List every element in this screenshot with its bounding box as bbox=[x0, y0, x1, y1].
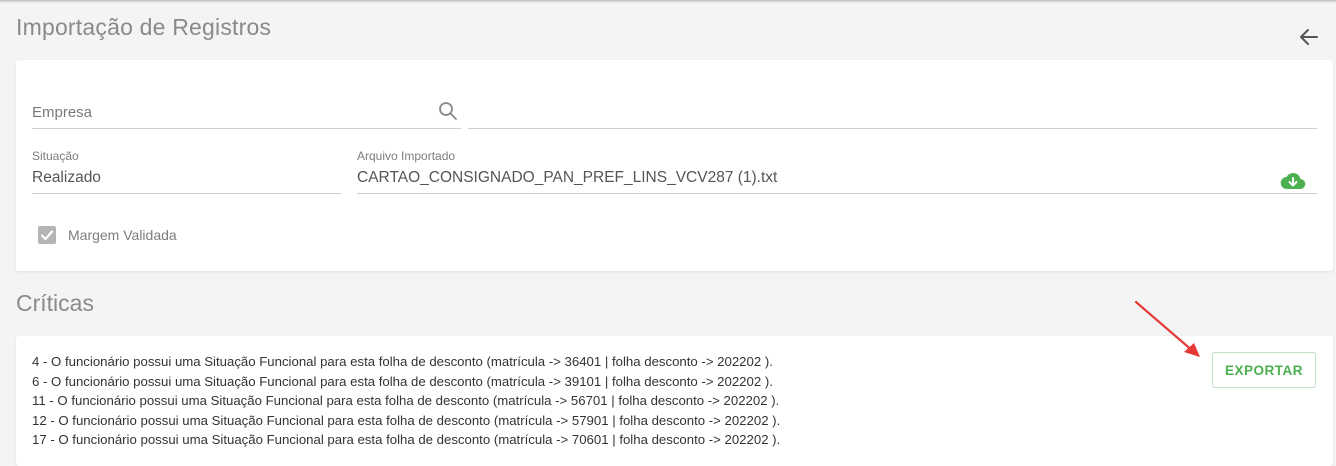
empresa-underline bbox=[32, 128, 461, 129]
check-icon bbox=[40, 230, 54, 241]
red-arrow-annotation bbox=[1134, 300, 1200, 357]
arrow-left-icon bbox=[1300, 29, 1318, 45]
margem-validada-checkbox[interactable] bbox=[38, 226, 56, 244]
list-item: 4 - O funcionário possui uma Situação Fu… bbox=[32, 354, 773, 369]
margem-validada-label: Margem Validada bbox=[68, 227, 177, 243]
criticas-list: 4 - O funcionário possui uma Situação Fu… bbox=[32, 352, 780, 450]
arquivo-label: Arquivo Importado bbox=[357, 149, 456, 163]
export-button[interactable]: EXPORTAR bbox=[1212, 352, 1316, 388]
situacao-label: Situação bbox=[32, 149, 79, 163]
empresa-name-field[interactable] bbox=[468, 128, 1317, 129]
arquivo-underline bbox=[357, 193, 1317, 194]
topbar-shadow bbox=[0, 0, 1336, 3]
import-details-card: Situação Realizado Arquivo Importado CAR… bbox=[16, 60, 1333, 271]
list-item: 11 - O funcionário possui uma Situação F… bbox=[32, 393, 780, 408]
search-icon[interactable] bbox=[438, 101, 458, 121]
list-item: 6 - O funcionário possui uma Situação Fu… bbox=[32, 373, 773, 389]
empresa-search-input[interactable] bbox=[32, 98, 432, 126]
back-button[interactable] bbox=[1296, 24, 1322, 50]
situacao-value: Realizado bbox=[32, 169, 101, 186]
situacao-underline bbox=[32, 193, 341, 194]
list-item: 12 - O funcionário possui uma Situação F… bbox=[32, 412, 781, 428]
cloud-download-icon[interactable] bbox=[1280, 170, 1306, 192]
criticas-title: Críticas bbox=[16, 290, 94, 316]
arquivo-value: CARTAO_CONSIGNADO_PAN_PREF_LINS_VCV287 (… bbox=[357, 169, 778, 186]
page-title: Importação de Registros bbox=[16, 14, 272, 40]
list-item: 17 - O funcionário possui uma Situação F… bbox=[32, 432, 781, 447]
